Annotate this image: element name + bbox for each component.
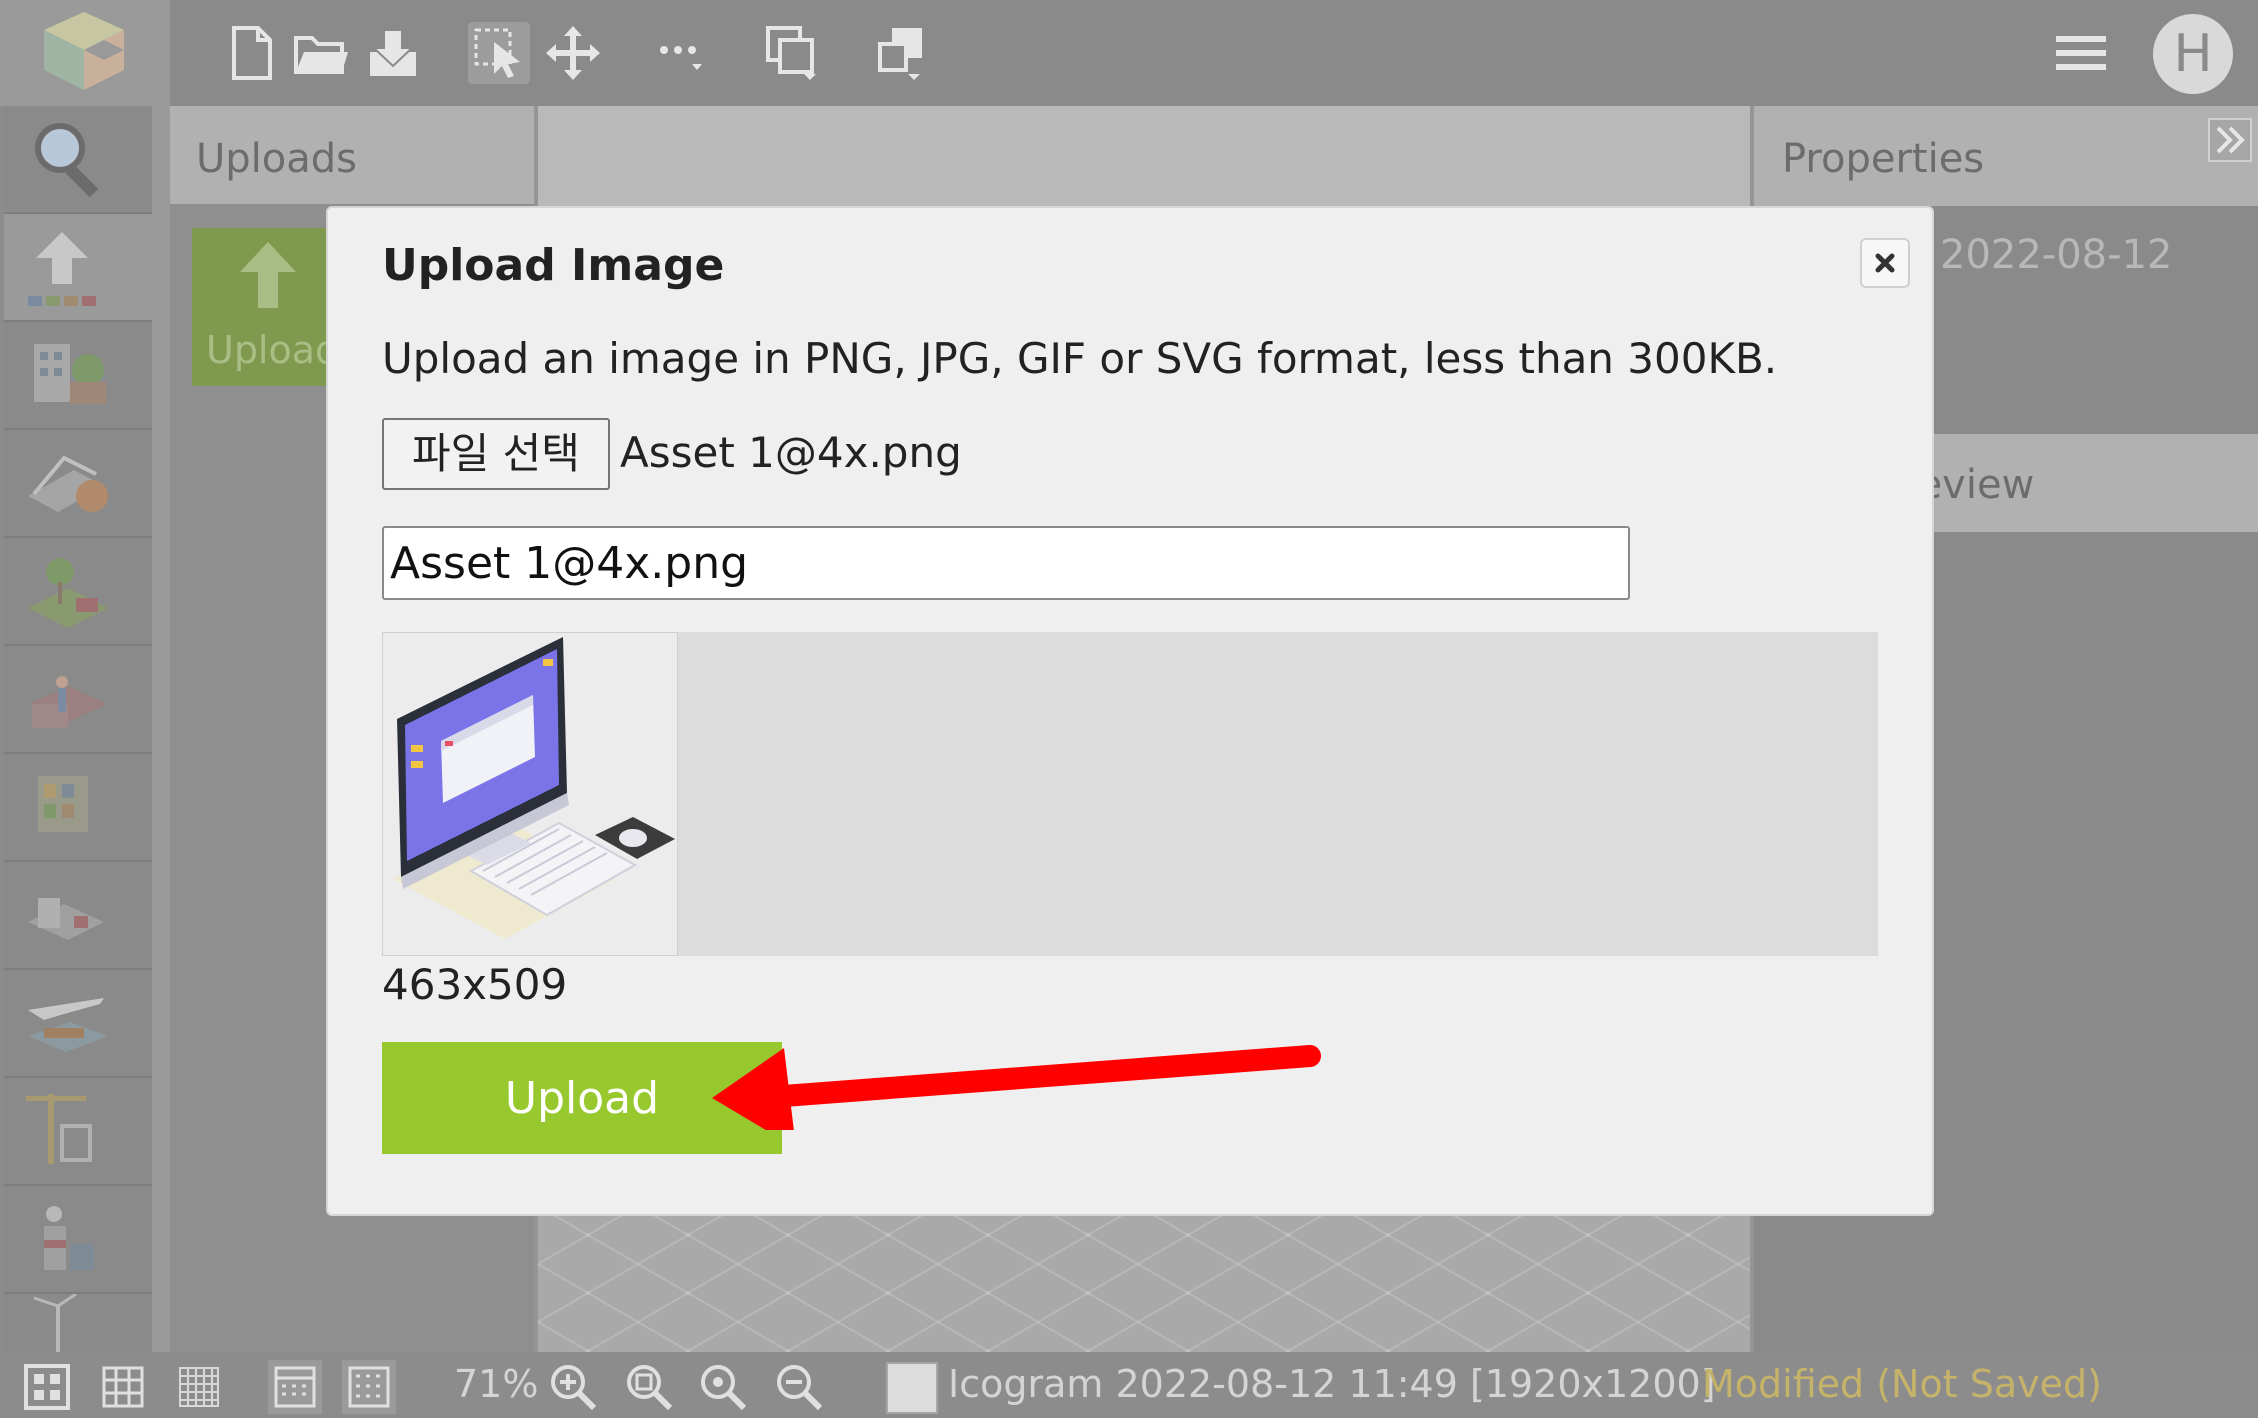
dialog-title: Upload Image bbox=[382, 240, 725, 291]
rail-item-uploads[interactable] bbox=[4, 214, 152, 322]
zoom-fit-icon bbox=[627, 1365, 673, 1411]
properties-panel-header: Properties bbox=[1754, 106, 2258, 206]
choose-file-button[interactable]: 파일 선택 bbox=[382, 418, 610, 490]
rail-item-factory[interactable] bbox=[4, 862, 152, 970]
image-dimensions: 463x509 bbox=[382, 960, 568, 1009]
background-color-swatch[interactable] bbox=[886, 1362, 938, 1414]
logo-icon bbox=[44, 12, 124, 90]
uploads-panel-header: Uploads bbox=[170, 106, 534, 204]
grid-view-medium-button[interactable] bbox=[96, 1360, 150, 1414]
rail-item-nature[interactable] bbox=[4, 538, 152, 646]
top-toolbar: H bbox=[0, 0, 2258, 106]
rail-item-construction[interactable] bbox=[4, 1078, 152, 1186]
document-info: Icogram 2022-08-12 11:49 [1920x1200] bbox=[948, 1362, 1716, 1406]
arrange-icon bbox=[878, 28, 922, 80]
collapse-panel-button[interactable] bbox=[2208, 118, 2252, 162]
save-button[interactable] bbox=[362, 22, 424, 84]
arrange-button[interactable] bbox=[872, 22, 934, 84]
more-options-icon bbox=[660, 46, 702, 70]
rail-item-sports[interactable] bbox=[4, 430, 152, 538]
grid-large-icon bbox=[24, 1364, 70, 1410]
select-tool-button[interactable] bbox=[468, 22, 530, 84]
snap-grid-button[interactable] bbox=[268, 1360, 322, 1414]
grid-small-icon bbox=[179, 1367, 219, 1407]
modified-status: Modified (Not Saved) bbox=[1702, 1362, 2102, 1406]
rail-item-people[interactable] bbox=[4, 646, 152, 754]
zoom-in-button[interactable] bbox=[546, 1360, 600, 1414]
new-file-button[interactable] bbox=[220, 22, 282, 84]
arrow-up-icon bbox=[240, 242, 296, 308]
rail-item-energy[interactable] bbox=[4, 1294, 152, 1354]
upload-icon bbox=[28, 232, 96, 306]
isometric-grid bbox=[538, 1206, 1754, 1352]
select-icon bbox=[474, 28, 520, 78]
new-file-icon bbox=[232, 26, 272, 80]
zoom-target-icon bbox=[701, 1365, 747, 1411]
nature-icon bbox=[28, 558, 108, 628]
main-menu-button[interactable] bbox=[2050, 22, 2112, 84]
construction-icon bbox=[26, 1094, 92, 1164]
grid-view-large-button[interactable] bbox=[20, 1360, 74, 1414]
zoom-reset-button[interactable] bbox=[696, 1360, 750, 1414]
energy-icon bbox=[33, 1294, 77, 1352]
grid-medium-icon bbox=[102, 1366, 144, 1408]
computer-illustration bbox=[393, 637, 675, 939]
move-icon bbox=[546, 26, 600, 80]
open-folder-icon bbox=[294, 36, 348, 74]
move-tool-button[interactable] bbox=[542, 22, 604, 84]
close-icon bbox=[1875, 253, 1895, 273]
rail-item-search[interactable] bbox=[4, 106, 152, 214]
rail-item-buildings[interactable] bbox=[4, 322, 152, 430]
warehouse-icon bbox=[38, 776, 88, 832]
selected-file-name: Asset 1@4x.png bbox=[620, 428, 962, 477]
rail-item-industry[interactable] bbox=[4, 1186, 152, 1294]
search-icon bbox=[35, 123, 99, 198]
image-name-input[interactable] bbox=[382, 526, 1630, 600]
save-download-icon bbox=[370, 29, 416, 76]
zoom-level: 71% bbox=[454, 1362, 539, 1406]
image-preview-area bbox=[382, 632, 1878, 956]
zoom-out-button[interactable] bbox=[772, 1360, 826, 1414]
industry-icon bbox=[44, 1206, 94, 1270]
snap-grid-icon bbox=[274, 1366, 316, 1408]
duplicate-button[interactable] bbox=[762, 22, 824, 84]
status-bar: 71% Icogram 2022-08-12 11:49 [1920x1200]… bbox=[0, 1352, 2258, 1418]
user-avatar[interactable]: H bbox=[2153, 14, 2233, 94]
buildings-icon bbox=[34, 344, 106, 404]
double-chevron-right-icon bbox=[2208, 118, 2252, 162]
open-file-button[interactable] bbox=[290, 22, 352, 84]
upload-tile-label: Upload bbox=[206, 328, 340, 372]
upload-new-tile[interactable]: Upload bbox=[192, 228, 342, 386]
properties-panel-title: Properties bbox=[1782, 136, 1985, 182]
category-rail bbox=[0, 106, 152, 1354]
menu-icon bbox=[2056, 36, 2106, 70]
transport-icon bbox=[28, 998, 108, 1052]
show-grid-icon bbox=[348, 1366, 390, 1408]
people-icon bbox=[28, 676, 108, 728]
zoom-out-icon bbox=[777, 1365, 823, 1411]
rail-item-warehouse[interactable] bbox=[4, 754, 152, 862]
show-grid-button[interactable] bbox=[342, 1360, 396, 1414]
rail-scrollbar[interactable] bbox=[152, 106, 170, 1352]
rail-item-transport[interactable] bbox=[4, 970, 152, 1078]
duplicate-icon bbox=[766, 26, 816, 80]
factory-icon bbox=[28, 898, 104, 940]
annotation-arrow-icon bbox=[712, 1045, 1321, 1130]
dialog-description: Upload an image in PNG, JPG, GIF or SVG … bbox=[382, 334, 1778, 383]
sports-icon bbox=[28, 455, 108, 512]
zoom-fit-button[interactable] bbox=[622, 1360, 676, 1414]
app-logo[interactable] bbox=[0, 0, 170, 106]
close-dialog-button[interactable] bbox=[1860, 238, 1910, 288]
more-options-button[interactable] bbox=[652, 22, 714, 84]
canvas-blank-area bbox=[538, 106, 1754, 206]
image-preview-thumbnail bbox=[382, 632, 678, 956]
grid-view-small-button[interactable] bbox=[172, 1360, 226, 1414]
zoom-in-icon bbox=[551, 1365, 597, 1411]
uploads-panel-title: Uploads bbox=[196, 136, 357, 182]
properties-date: 2022-08-12 bbox=[1940, 232, 2173, 278]
